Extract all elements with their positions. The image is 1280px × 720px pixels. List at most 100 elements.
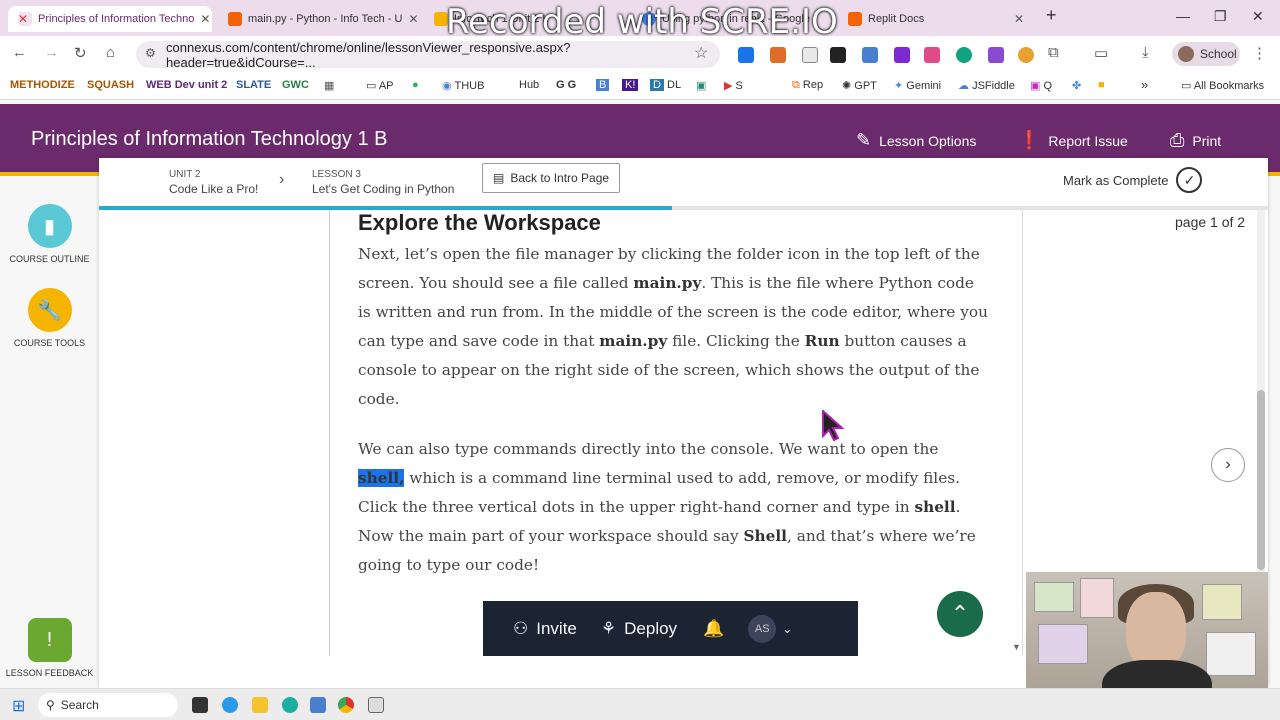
app-icon[interactable]	[368, 697, 384, 713]
bookmark-item[interactable]: SQUASH	[87, 79, 134, 91]
bookmark-item[interactable]: GWC	[282, 79, 309, 91]
extension-icon[interactable]	[988, 47, 1004, 63]
close-window-icon[interactable]: ✕	[1252, 8, 1264, 25]
course-tools-label: COURSE TOOLS	[13, 338, 86, 348]
extension-icon[interactable]	[924, 47, 940, 63]
unit-crumb[interactable]: UNIT 2 Code Like a Pro!	[169, 167, 258, 197]
bookmark-item[interactable]: WEB Dev unit 2	[146, 79, 227, 91]
lesson-options-button[interactable]: ✎ Lesson Options	[856, 130, 976, 151]
url-bar[interactable]: ⚙ connexus.com/content/chrome/online/les…	[136, 39, 720, 70]
page-indicator: page 1 of 2	[1175, 214, 1246, 230]
apps-grid-icon[interactable]: ▦	[324, 79, 334, 92]
print-button[interactable]: ⎙ Print	[1170, 130, 1221, 151]
bookmark-label: Q	[1043, 80, 1053, 92]
close-tab-icon[interactable]: ✕	[1014, 12, 1024, 26]
home-icon[interactable]: ⌂	[106, 44, 115, 61]
tab-title: Replit Docs	[868, 13, 925, 25]
bookmark-item[interactable]: ◉ THUB	[442, 79, 484, 92]
forward-arrow-icon[interactable]: →	[44, 44, 59, 61]
bookmark-label: JSFiddle	[972, 80, 1015, 92]
keep-icon[interactable]: ■	[1098, 79, 1105, 91]
lesson-label: LESSON 3	[312, 169, 361, 180]
bookmark-folder[interactable]: ▭ AP	[366, 79, 394, 92]
bookmark-item[interactable]: Hub	[519, 79, 539, 91]
course-outline-button[interactable]: ▮ COURSE OUTLINE	[0, 204, 99, 264]
new-tab-icon[interactable]: +	[1046, 5, 1057, 26]
restore-icon[interactable]: ❐	[1214, 8, 1227, 25]
back-arrow-icon[interactable]: ←	[12, 44, 27, 61]
printer-icon: ⎙	[1170, 130, 1185, 150]
profile-button[interactable]: School	[1172, 42, 1240, 66]
cast-icon[interactable]: ▭	[1094, 44, 1108, 62]
photos-icon[interactable]: ✤	[1072, 79, 1081, 92]
code-term: main.py	[599, 332, 668, 350]
code-term: main.py	[633, 274, 702, 292]
bookmark-icon[interactable]: ▣	[696, 79, 706, 92]
extension-icon[interactable]	[802, 47, 818, 63]
tab-connexus[interactable]: ✕ Principles of Information Techno ✕	[8, 6, 212, 32]
bookmark-item[interactable]: METHODIZE	[10, 79, 75, 91]
download-icon[interactable]: ⤓	[1142, 44, 1149, 61]
avatar: AS	[748, 615, 777, 643]
lesson-feedback-button[interactable]: ! LESSON FEEDBACK	[0, 618, 99, 678]
extension-icon[interactable]	[738, 47, 754, 63]
report-issue-button[interactable]: ❗ Report Issue	[1018, 130, 1128, 151]
bookmark-item[interactable]: ☁ JSFiddle	[958, 79, 1015, 92]
more-bookmarks-icon[interactable]: »	[1141, 77, 1148, 92]
extension-icon[interactable]	[1018, 47, 1034, 63]
app-icon[interactable]	[282, 697, 298, 713]
chrome-icon[interactable]	[338, 697, 354, 713]
course-tools-button[interactable]: 🔧 COURSE TOOLS	[0, 288, 99, 348]
close-tab-icon[interactable]: ✕	[408, 12, 418, 26]
tab-replit-main[interactable]: main.py - Python - Info Tech - U ✕	[218, 6, 422, 32]
reload-icon[interactable]: ↻	[74, 44, 87, 62]
bookmark-label: S	[735, 80, 743, 92]
spotify-icon[interactable]: ●	[412, 79, 419, 91]
thub-icon: ◉	[442, 80, 452, 92]
file-explorer-icon[interactable]	[252, 697, 268, 713]
jsfiddle-icon: ☁	[958, 80, 969, 92]
bookmark-item[interactable]: ▶ S	[724, 79, 743, 92]
replit-favicon-icon	[228, 12, 242, 26]
page-scrollbar-thumb[interactable]	[1257, 390, 1265, 570]
address-toolbar: ← → ↻ ⌂ ⚙ connexus.com/content/chrome/on…	[0, 36, 1280, 72]
windows-start-icon[interactable]: ⊞	[12, 696, 25, 716]
all-bookmarks-folder[interactable]: ▭ All Bookmarks	[1181, 79, 1264, 92]
kahoot-icon[interactable]: K!	[622, 79, 639, 91]
site-info-icon[interactable]: ⚙	[145, 46, 156, 60]
back-to-intro-button[interactable]: ▤ Back to Intro Page	[482, 163, 620, 193]
extension-icon[interactable]	[862, 47, 878, 63]
back-to-top-button[interactable]: ⌃	[937, 591, 983, 637]
mark-complete-label: Mark as Complete	[1063, 172, 1169, 188]
bookmark-item[interactable]: ✦ Gemini	[894, 79, 941, 92]
bookmark-item[interactable]: ✺ GPT	[842, 79, 877, 92]
app-icon[interactable]	[310, 697, 326, 713]
bookmark-item[interactable]: D DL	[650, 79, 681, 91]
minimize-icon[interactable]: —	[1176, 8, 1190, 24]
edge-icon[interactable]	[222, 697, 238, 713]
extension-icon[interactable]	[894, 47, 910, 63]
bookmark-b-icon[interactable]: B	[596, 79, 610, 91]
book-icon: ▮	[27, 204, 72, 248]
extension-icon[interactable]	[830, 47, 846, 63]
menu-dots-icon[interactable]: ⋮	[1252, 44, 1267, 62]
taskbar-search[interactable]: ⚲ Search	[38, 693, 178, 717]
close-tab-icon[interactable]: ✕	[200, 12, 210, 26]
bookmark-item[interactable]: G G	[556, 79, 576, 91]
tab-replit-docs[interactable]: Replit Docs ✕	[838, 6, 1034, 32]
bookmark-item[interactable]: ⧉ Rep	[792, 79, 823, 92]
extension-icon[interactable]	[956, 47, 972, 63]
bookmark-item[interactable]: SLATE	[236, 79, 271, 91]
wrench-icon: 🔧	[27, 288, 72, 332]
scroll-down-icon[interactable]: ▼	[1012, 642, 1021, 652]
task-view-icon[interactable]	[192, 697, 208, 713]
bookmark-star-icon[interactable]: ☆	[694, 43, 708, 63]
extensions-puzzle-icon[interactable]: ⧉	[1048, 44, 1059, 61]
bookmark-item[interactable]: ▣ Q	[1030, 79, 1052, 92]
next-page-button[interactable]: ›	[1211, 448, 1245, 482]
avatar	[1178, 46, 1194, 62]
extension-icon[interactable]	[770, 47, 786, 63]
lesson-crumb[interactable]: LESSON 3 Let's Get Coding in Python	[312, 167, 454, 197]
url-text: connexus.com/content/chrome/online/lesso…	[166, 39, 571, 70]
mark-complete-button[interactable]: Mark as Complete ✓	[1063, 167, 1203, 193]
